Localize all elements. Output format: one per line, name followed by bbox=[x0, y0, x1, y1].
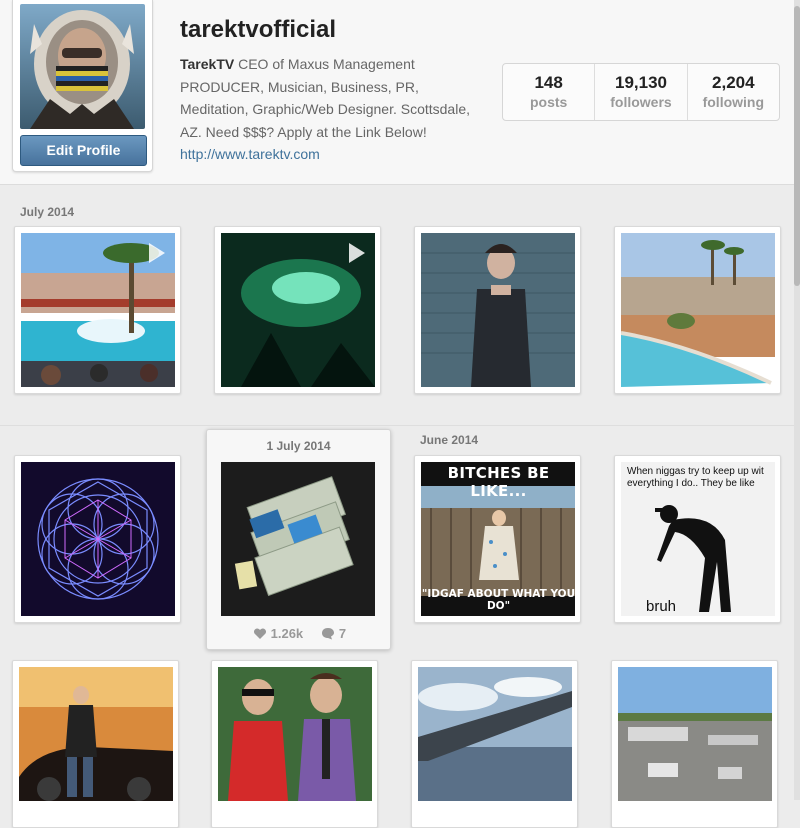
photo-airplane-wing bbox=[418, 667, 572, 801]
photo-tile-pool-party[interactable] bbox=[14, 226, 181, 394]
section-label-june: June 2014 bbox=[420, 433, 479, 447]
photo-tile-meme-fence[interactable]: BITCHES BE LIKE... "IDGAF ABOUT WHAT YOU… bbox=[414, 455, 581, 623]
photo-car bbox=[19, 667, 173, 801]
comments-count: 7 bbox=[338, 626, 347, 642]
posts-label: posts bbox=[529, 94, 568, 110]
heart-icon bbox=[253, 628, 267, 639]
followers-count: 19,130 bbox=[614, 73, 667, 92]
page-scrollbar[interactable] bbox=[794, 0, 800, 800]
posts-stat[interactable]: 148 posts bbox=[503, 64, 594, 120]
meme-top-text: BITCHES BE LIKE... bbox=[447, 464, 550, 500]
bio-link[interactable]: http://www.tarektv.com bbox=[180, 146, 320, 162]
photo-tile-backyard-pool[interactable] bbox=[614, 226, 781, 394]
comment-icon bbox=[322, 628, 335, 640]
followers-label: followers bbox=[610, 94, 672, 110]
photo-meme-silhouette: When niggas try to keep up wit everythin… bbox=[621, 462, 775, 616]
hovered-post-card[interactable]: 1 July 2014 1.26k 7 bbox=[206, 429, 391, 650]
likes-count: 1.26k bbox=[270, 626, 304, 642]
profile-stats: 148 posts 19,130 followers 2,204 followi… bbox=[502, 63, 780, 121]
section-divider bbox=[0, 425, 794, 426]
photo-tile-car[interactable] bbox=[12, 660, 179, 828]
photo-tile-meme-silhouette[interactable]: When niggas try to keep up wit everythin… bbox=[614, 455, 781, 623]
following-stat[interactable]: 2,204 following bbox=[686, 64, 779, 120]
photo-meme-fence: BITCHES BE LIKE... "IDGAF ABOUT WHAT YOU… bbox=[421, 462, 575, 616]
photo-tile-two-men[interactable] bbox=[211, 660, 378, 828]
photo-pool-party bbox=[21, 233, 175, 387]
posts-count: 148 bbox=[534, 73, 563, 92]
video-play-icon bbox=[349, 243, 365, 263]
following-count: 2,204 bbox=[712, 73, 755, 92]
scrollbar-thumb[interactable] bbox=[794, 6, 800, 286]
photo-tile-sacred-geometry[interactable] bbox=[14, 455, 181, 623]
followers-stat[interactable]: 19,130 followers bbox=[594, 64, 686, 120]
following-label: following bbox=[702, 94, 765, 110]
photo-cash-cards bbox=[221, 462, 375, 616]
profile-bio: TarekTV CEO of Maxus Management PRODUCER… bbox=[180, 53, 480, 166]
meme-bruh-text: bruh bbox=[646, 598, 677, 615]
edit-profile-button[interactable]: Edit Profile bbox=[20, 135, 147, 166]
photo-airport bbox=[618, 667, 772, 801]
photo-portrait bbox=[421, 233, 575, 387]
section-label-july: July 2014 bbox=[20, 205, 75, 219]
photo-tile-airport[interactable] bbox=[611, 660, 778, 828]
post-engagement: 1.26k 7 bbox=[253, 625, 346, 641]
meme-bottom-text: "IDGAF ABOUT WHAT YOU DO" bbox=[421, 588, 575, 612]
photo-club-lights bbox=[221, 233, 375, 387]
profile-header: Edit Profile tarektvofficial TarekTV CEO… bbox=[0, 0, 800, 185]
photo-two-men bbox=[218, 667, 372, 801]
photo-tile-portrait[interactable] bbox=[414, 226, 581, 394]
avatar-card: Edit Profile bbox=[12, 0, 153, 172]
display-name: TarekTV bbox=[180, 56, 235, 72]
post-date: 1 July 2014 bbox=[266, 439, 331, 453]
photo-tile-club-lights[interactable] bbox=[214, 226, 381, 394]
avatar[interactable] bbox=[20, 4, 145, 129]
photo-backyard-pool bbox=[621, 233, 775, 387]
profile-username: tarektvofficial bbox=[180, 16, 337, 43]
photo-sacred-geometry bbox=[21, 462, 175, 616]
photo-tile-airplane-wing[interactable] bbox=[411, 660, 578, 828]
video-play-icon bbox=[149, 243, 165, 263]
